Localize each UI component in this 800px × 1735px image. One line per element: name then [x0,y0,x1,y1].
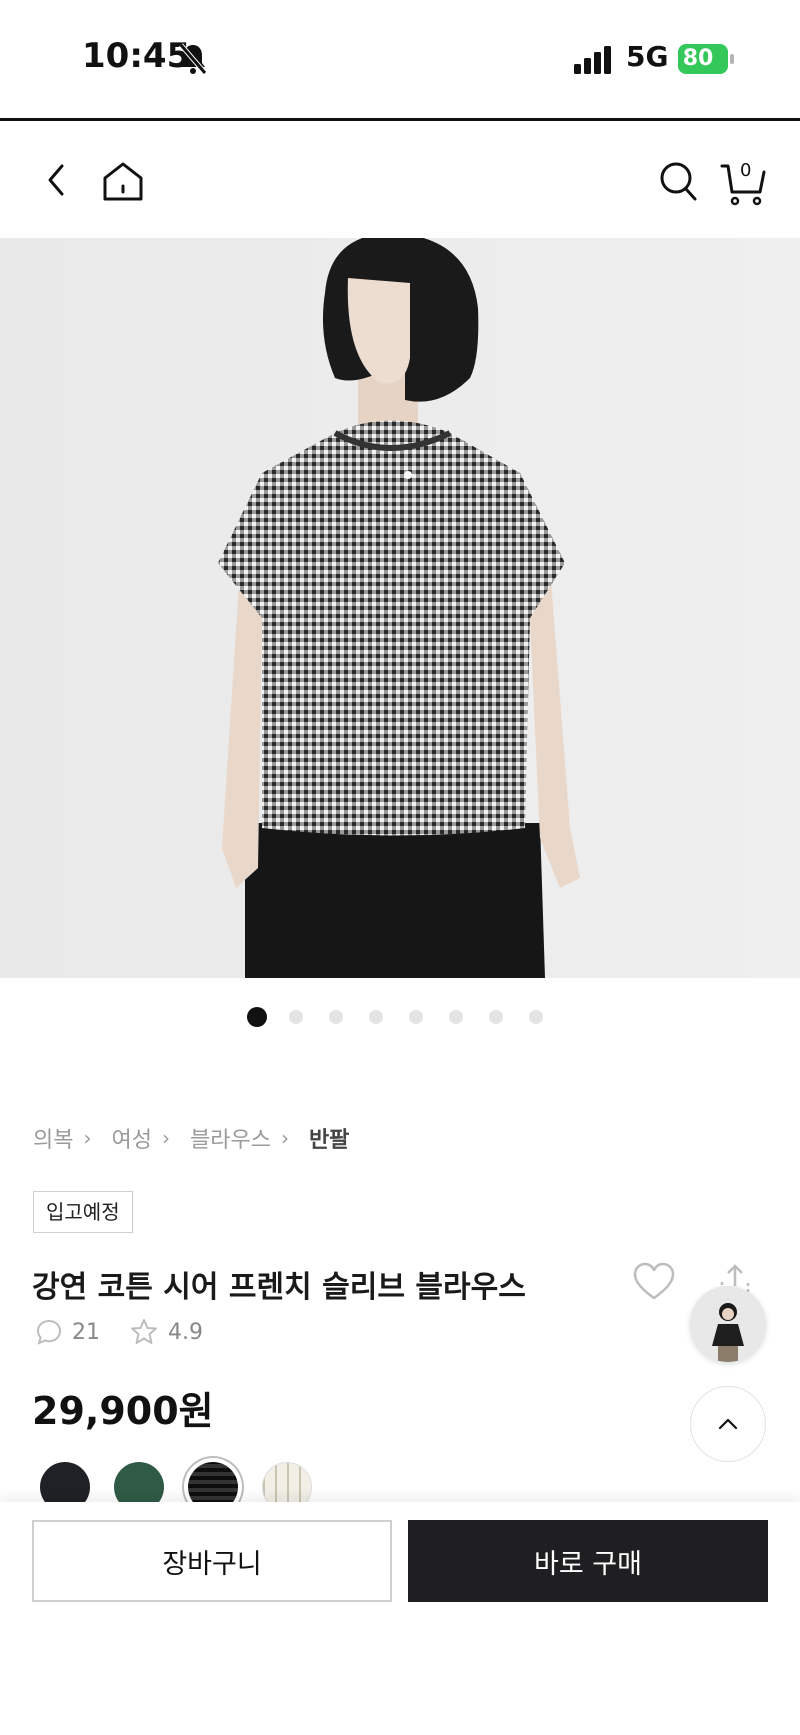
review-count[interactable]: 21 [72,1320,100,1345]
network-label: 5G [626,40,669,73]
carousel-indicator [247,1006,569,1028]
rating-value: 4.9 [168,1319,203,1345]
product-meta: 21 4.9 [36,1318,203,1346]
carousel-dot[interactable] [489,1010,503,1024]
carousel-dot[interactable] [449,1010,463,1024]
status-badge: 입고예정 [33,1191,133,1233]
search-icon[interactable] [658,160,698,202]
carousel-dot[interactable] [369,1010,383,1024]
cart-count: 0 [740,160,752,181]
product-price: 29,900원 [32,1389,214,1433]
breadcrumb-item-blouse[interactable]: 블라우스 [190,1122,271,1154]
star-icon [131,1319,157,1344]
product-title: 강연 코튼 시어 프렌치 슬리브 블라우스 [32,1270,526,1305]
carousel-dot[interactable] [329,1010,343,1024]
buy-now-button[interactable]: 바로 구매 [408,1520,768,1602]
breadcrumb-item-short-sleeve[interactable]: 반팔 [309,1122,349,1154]
status-bar: 10:45 5G 80 [0,0,800,118]
bell-slash-icon [179,43,207,75]
chevron-up-icon [718,1418,738,1430]
status-time: 10:45 [82,36,191,76]
chevron-right-icon: › [280,1126,289,1150]
breadcrumb: 의복 › 여성 › 블라우스 › 반팔 [33,1122,359,1154]
back-icon[interactable] [44,160,68,200]
comment-icon [36,1319,62,1345]
signal-icon [574,46,611,74]
battery-icon: 80 [678,44,734,74]
bottom-action-bar: 장바구니 바로 구매 [0,1502,800,1735]
recent-view-thumbnail[interactable] [690,1286,766,1362]
nav-bar: 0 [0,122,800,238]
chevron-right-icon: › [83,1126,92,1150]
carousel-dot[interactable] [289,1010,303,1024]
add-to-cart-button[interactable]: 장바구니 [32,1520,392,1602]
product-image[interactable] [0,238,800,978]
breadcrumb-item-clothing[interactable]: 의복 [33,1122,73,1154]
scroll-top-button[interactable] [690,1386,766,1462]
carousel-dot-active[interactable] [247,1007,267,1027]
battery-level: 80 [682,46,714,71]
carousel-dot[interactable] [409,1010,423,1024]
carousel-dot[interactable] [529,1010,543,1024]
heart-icon[interactable] [632,1262,676,1302]
home-icon[interactable] [102,160,144,202]
breadcrumb-item-women[interactable]: 여성 [111,1122,151,1154]
header-divider [0,118,800,121]
chevron-right-icon: › [161,1126,170,1150]
